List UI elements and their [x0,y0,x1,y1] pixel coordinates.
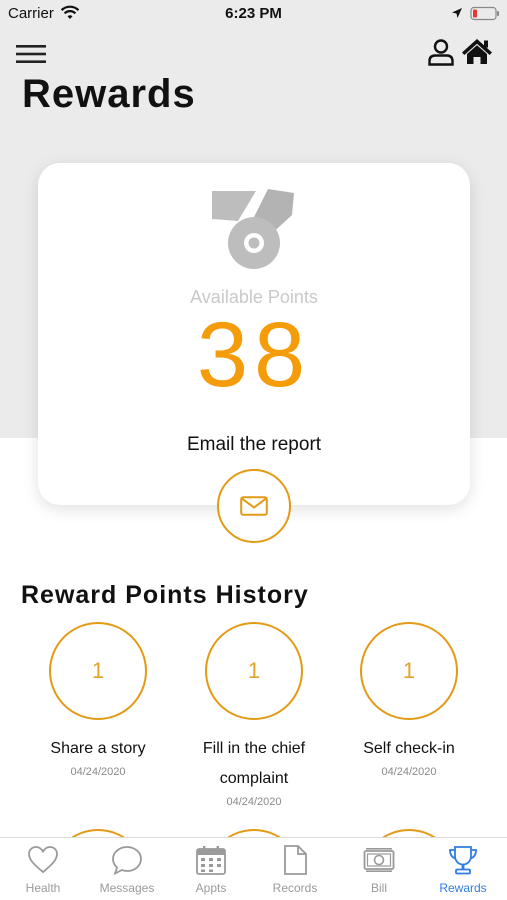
tab-records[interactable]: Records [253,838,337,900]
document-icon [284,845,307,875]
history-title: Reward Points History [21,581,309,609]
location-arrow-icon [452,8,462,18]
history-points: 1 [247,658,261,683]
history-points-circle: 1 [49,622,147,720]
history-item-share-story: 1 Share a story 04/24/2020 [23,622,173,778]
history-item-self-check-in: 1 Self check-in 04/24/2020 [334,622,484,778]
history-label: Fill in the chief complaint [202,740,306,787]
medal-icon [212,189,294,269]
history-date: 04/24/2020 [381,766,437,778]
tab-bill[interactable]: Bill [337,838,421,900]
chat-bubble-icon [112,846,142,876]
cash-icon [363,848,395,872]
profile-icon[interactable] [427,38,455,66]
envelope-icon [240,496,268,516]
tab-label: Bill [370,881,387,895]
tab-bar: Health Messages Appts Records Bill Rewar… [0,837,507,900]
tab-label: Messages [99,881,155,895]
tab-label: Appts [195,881,227,895]
email-report-label: Email the report [186,434,322,455]
page-title: Rewards [22,72,196,116]
status-time: 6:23 PM [225,5,282,22]
home-icon[interactable] [461,37,493,65]
calendar-icon [196,846,226,875]
menu-icon[interactable] [16,43,46,65]
history-label: Share a story [50,740,146,757]
tab-rewards[interactable]: Rewards [421,838,505,900]
status-bar: Carrier 6:23 PM [0,0,507,28]
points-card: Available Points 38 Email the report [38,163,470,505]
history-date: 04/24/2020 [70,766,126,778]
tab-label: Health [25,881,61,895]
tab-label: Records [272,881,318,895]
trophy-icon [449,846,477,875]
battery-icon [470,6,499,21]
history-item-chief-complaint: 1 Fill in the chief complaint 04/24/2020 [179,622,329,808]
points-value: 38 [196,304,312,406]
tab-appts[interactable]: Appts [169,838,253,900]
history-date: 04/24/2020 [226,796,282,808]
tab-health[interactable]: Health [1,838,85,900]
email-report-button[interactable] [217,469,291,543]
history-label: Self check-in [363,740,455,757]
history-points-circle: 1 [360,622,458,720]
heart-icon [28,846,58,874]
tab-messages[interactable]: Messages [85,838,169,900]
history-points: 1 [91,658,105,683]
history-points: 1 [402,658,416,683]
history-points-circle: 1 [205,622,303,720]
tab-label: Rewards [439,881,487,895]
